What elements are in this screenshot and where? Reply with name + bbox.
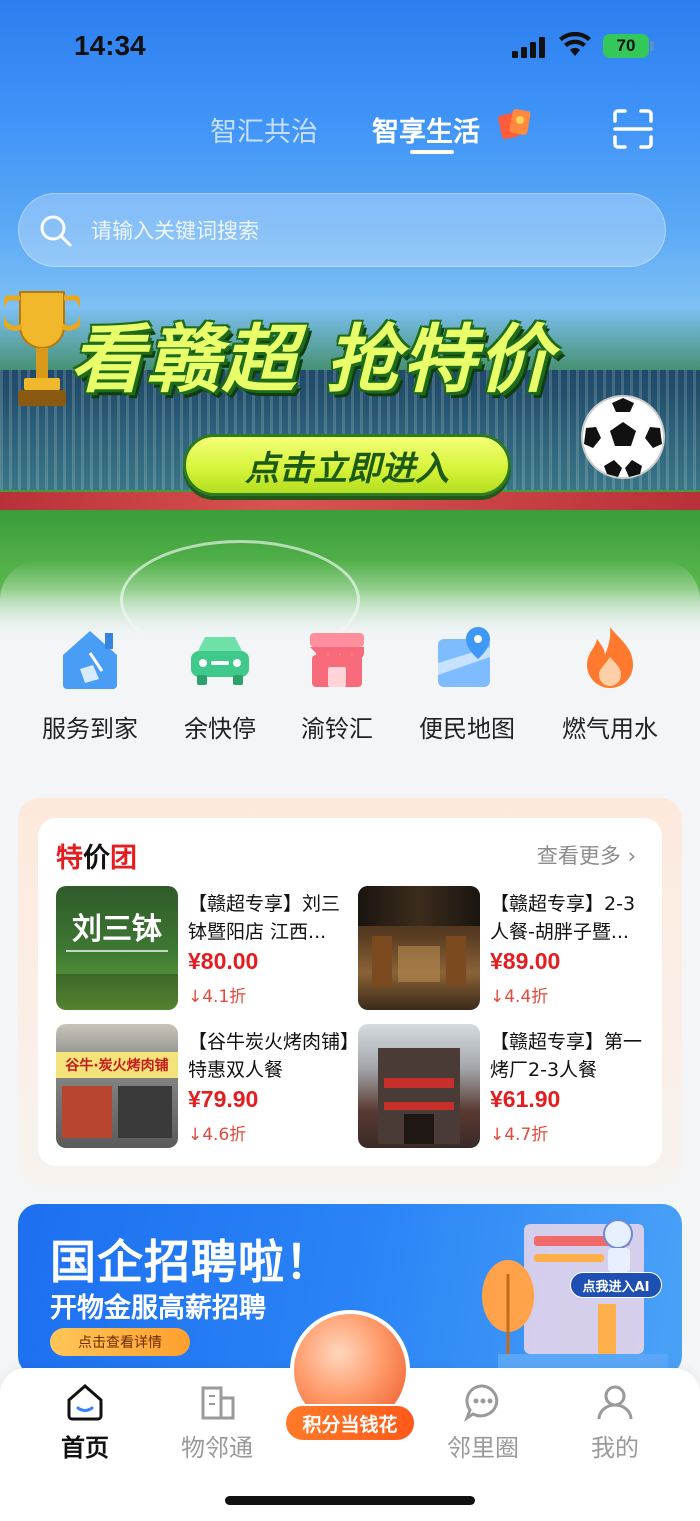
tab-smart-life[interactable]: 智享生活 (372, 110, 480, 149)
deal-thumbnail: 刘三钵 (56, 886, 178, 1010)
deals-title: 特价团 (56, 836, 137, 875)
service-gas-water[interactable]: 燃气用水 (545, 615, 675, 745)
ai-entry-button[interactable]: 点我进入AI (570, 1272, 662, 1298)
service-quick-parking[interactable]: 余快停 (155, 615, 285, 745)
nav-label: 物邻通 (181, 1434, 253, 1462)
deals-title-part: 特 (56, 843, 83, 874)
deal-price: ¥80.00 (188, 948, 259, 974)
deal-name: 【赣超专享】刘三钵暨阳店 江西... (188, 893, 341, 943)
service-convenience-map[interactable]: 便民地图 (402, 615, 532, 745)
house-broom-icon (63, 631, 117, 689)
building-icon (201, 1386, 235, 1420)
battery-icon: 70 (603, 34, 649, 58)
thumb-sign-text: 谷牛·炭火烤肉铺 (65, 1058, 169, 1074)
special-deals-section: 特价团 查看更多 › 刘三钵 【赣超专享】刘三钵暨阳店 江西... ¥80.00… (18, 798, 682, 1186)
search-icon (40, 215, 72, 247)
deal-item[interactable]: 【赣超专享】第一烤厂2-3人餐 ¥61.90 ↓4.7折 (358, 1024, 658, 1152)
deal-discount: ↓4.1折 (188, 987, 247, 1007)
active-tab-indicator (410, 150, 454, 154)
recruitment-subtitle: 开物金服高薪招聘 (50, 1293, 266, 1324)
service-label: 燃气用水 (562, 715, 658, 743)
home-indicator (225, 1496, 475, 1505)
see-more-link[interactable]: 查看更多 › (537, 840, 636, 870)
soccer-ball-icon (581, 395, 665, 479)
flame-icon (587, 627, 633, 688)
nav-label: 首页 (61, 1434, 109, 1462)
deal-discount: ↓4.7折 (490, 1125, 549, 1145)
service-shop[interactable]: 渝铃汇 (272, 615, 402, 745)
nav-label: 邻里圈 (447, 1434, 519, 1462)
red-envelope-icon (498, 109, 531, 140)
chat-bubble-icon (463, 1384, 499, 1422)
trophy-icon (4, 291, 80, 406)
status-time: 14:34 (74, 30, 146, 61)
nav-home[interactable]: 首页 (30, 1382, 140, 1462)
cellular-signal-icon (512, 36, 548, 58)
service-label: 服务到家 (42, 715, 138, 743)
thumb-sign-text: 刘三钵 (72, 912, 162, 947)
deal-thumbnail (358, 886, 480, 1010)
service-label: 余快停 (184, 715, 256, 743)
battery-cap (650, 41, 654, 51)
tab-smart-governance[interactable]: 智汇共治 (210, 110, 318, 149)
deal-thumbnail: 谷牛·炭火烤肉铺 (56, 1024, 178, 1148)
user-icon (597, 1385, 633, 1420)
nav-neighborhood-circle[interactable]: 邻里圈 (428, 1382, 538, 1462)
scan-icon[interactable] (612, 108, 654, 150)
map-pin-icon (438, 627, 490, 687)
deal-discount: ↓4.4折 (490, 987, 549, 1007)
search-input[interactable] (91, 212, 631, 250)
nav-label: 我的 (591, 1434, 639, 1462)
deals-title-part: 价 (83, 843, 110, 874)
deal-price: ¥61.90 (490, 1086, 561, 1112)
special-deals-card: 特价团 查看更多 › 刘三钵 【赣超专享】刘三钵暨阳店 江西... ¥80.00… (38, 818, 662, 1166)
deal-discount: ↓4.6折 (188, 1125, 247, 1145)
quick-services: 服务到家 余快停 渝铃汇 便民地图 燃气用水 (0, 615, 700, 755)
see-more-label: 查看更多 (536, 844, 621, 868)
deal-name: 【赣超专享】2-3人餐-胡胖子暨... (490, 893, 636, 943)
banner-title: 看赣超 抢特价 (70, 317, 554, 403)
deal-item[interactable]: 【赣超专享】2-3人餐-胡胖子暨... ¥89.00 ↓4.4折 (358, 886, 658, 1014)
points-spend-button[interactable]: 积分当钱花 (284, 1404, 416, 1442)
deal-name: 【谷牛炭火烤肉铺】特惠双人餐 (188, 1031, 350, 1081)
service-label: 便民地图 (419, 715, 515, 743)
car-icon (191, 637, 249, 685)
recruitment-title: 国企招聘啦！ (50, 1235, 332, 1289)
deals-title-part: 团 (110, 843, 137, 874)
shop-icon (310, 633, 364, 687)
chevron-right-icon: › (627, 844, 636, 868)
search-bar[interactable] (18, 193, 666, 267)
deal-price: ¥89.00 (490, 948, 561, 974)
wifi-icon (559, 32, 591, 56)
deal-name: 【赣超专享】第一烤厂2-3人餐 (490, 1031, 643, 1081)
deal-item[interactable]: 谷牛·炭火烤肉铺 【谷牛炭火烤肉铺】特惠双人餐 ¥79.90 ↓4.6折 (56, 1024, 356, 1152)
nav-profile[interactable]: 我的 (560, 1382, 670, 1462)
view-details-button[interactable]: 点击查看详情 (50, 1328, 190, 1356)
deal-item[interactable]: 刘三钵 【赣超专享】刘三钵暨阳店 江西... ¥80.00 ↓4.1折 (56, 886, 356, 1014)
home-icon (67, 1384, 103, 1421)
service-home-service[interactable]: 服务到家 (25, 615, 155, 745)
nav-neighbor-connect[interactable]: 物邻通 (162, 1382, 272, 1462)
banner-enter-button[interactable]: 点击立即进入 (183, 434, 511, 496)
service-label: 渝铃汇 (301, 715, 373, 743)
battery-level: 70 (616, 36, 636, 55)
deal-price: ¥79.90 (188, 1086, 259, 1112)
deal-thumbnail (358, 1024, 480, 1148)
status-bar: 14:34 70 (0, 0, 700, 90)
